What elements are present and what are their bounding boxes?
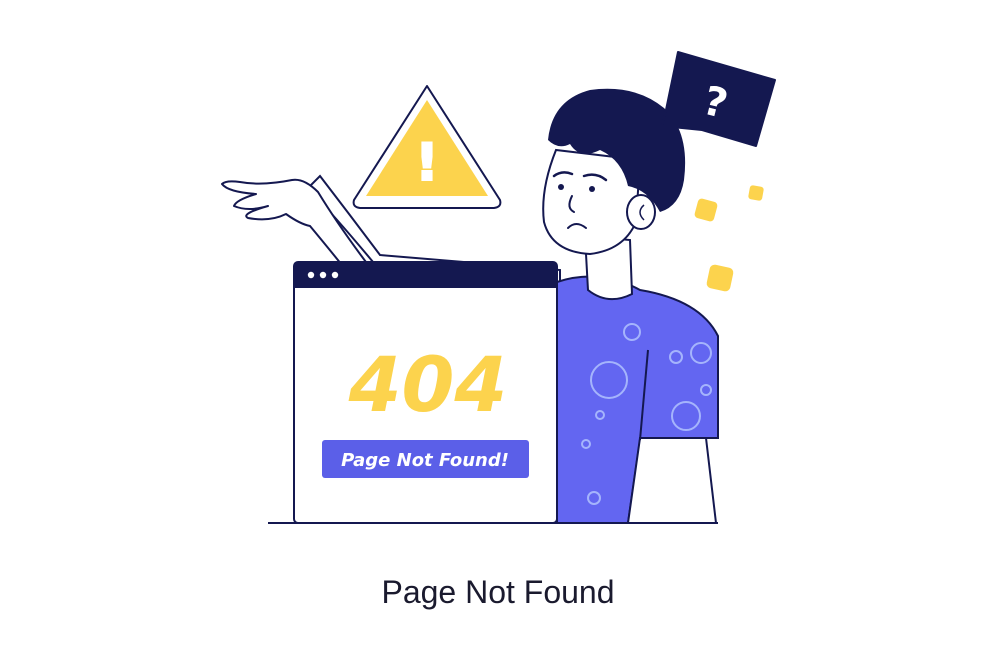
person-ear	[626, 194, 656, 230]
warning-triangle-icon: !	[352, 85, 502, 209]
browser-dot-icon	[331, 271, 339, 279]
page-not-found-illustration: 404 Page Not Found! ! ?	[221, 51, 776, 524]
warning-exclamation: !	[415, 133, 439, 193]
browser-dot-icon	[319, 271, 327, 279]
page-caption: Page Not Found	[381, 574, 615, 610]
error-code: 404	[348, 340, 508, 429]
browser-window: 404 Page Not Found!	[293, 261, 558, 524]
browser-dot-icon	[307, 271, 315, 279]
error-message: Page Not Found!	[341, 450, 509, 471]
confetti	[694, 185, 764, 292]
person-right-arm	[626, 437, 718, 524]
